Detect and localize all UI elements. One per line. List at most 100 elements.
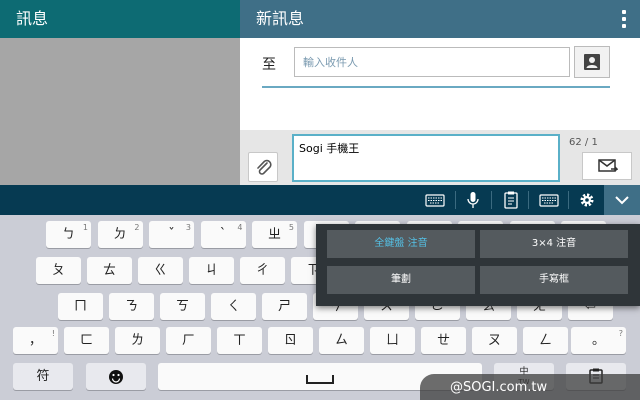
key-label: ˋ — [219, 227, 227, 242]
watermark: @SOGI.com.tw — [420, 374, 640, 400]
key-label: ㄥ — [538, 333, 552, 348]
new-message-pane: 新訊息 至 Sogi 手機王 62 / 1 — [240, 0, 640, 185]
key-hint: ! — [51, 329, 55, 338]
key[interactable]: ㄇ — [58, 293, 103, 320]
attach-button[interactable] — [248, 152, 278, 182]
key-label: ㄆ — [51, 263, 65, 278]
key[interactable]: ㄔ — [240, 257, 285, 284]
key-label: ㄐ — [204, 263, 218, 278]
key[interactable]: ㄥ — [523, 327, 568, 354]
symbols-key[interactable]: 符 — [13, 363, 73, 390]
contact-picker-button[interactable] — [574, 46, 610, 78]
key-label: ㄊ — [102, 263, 116, 278]
key[interactable]: ㄆ — [36, 257, 81, 284]
layout-option-handwriting[interactable]: 手寫框 — [480, 266, 628, 294]
key[interactable]: ㄊ — [87, 257, 132, 284]
keyboard-settings-button[interactable] — [572, 185, 602, 215]
key-label: ㄏ — [181, 333, 195, 348]
new-message-header: 新訊息 — [240, 0, 640, 38]
layout-option-3x4-zhuyin[interactable]: 3×4 注音 — [480, 230, 628, 258]
key-label: ， — [28, 333, 42, 348]
key[interactable]: ㄙ — [319, 327, 364, 354]
key-label: ㄌ — [130, 333, 144, 348]
key-hint: 5 — [288, 223, 294, 232]
emoji-key[interactable] — [86, 363, 146, 390]
key[interactable]: ˇ3 — [149, 221, 194, 248]
layout-option-full-zhuyin[interactable]: 全鍵盤 注音 — [327, 230, 475, 258]
keyboard-icon — [425, 194, 445, 207]
key[interactable]: ㄅ1 — [46, 221, 91, 248]
voice-input-button[interactable] — [458, 185, 488, 215]
key[interactable]: ˋ4 — [200, 221, 246, 248]
key[interactable]: ㄐ — [189, 257, 234, 284]
key-label: ㄕ — [277, 299, 291, 314]
key[interactable]: ㄕ — [262, 293, 307, 320]
microphone-icon — [467, 192, 479, 208]
key-label: ㄓ — [267, 227, 281, 242]
toolbar-separator — [455, 191, 456, 209]
recipient-input[interactable] — [294, 47, 570, 77]
key-label: ㄈ — [79, 333, 93, 348]
keyboard-icon — [539, 194, 559, 207]
message-input[interactable]: Sogi 手機王 — [292, 134, 560, 182]
key-label: ㄩ — [385, 333, 399, 348]
key-label: ㄖ — [283, 333, 297, 348]
key[interactable]: ㄈ — [64, 327, 109, 354]
key-hint: 3 — [185, 223, 191, 232]
key-hint: ? — [618, 329, 623, 338]
keyboard-type-button[interactable] — [534, 185, 564, 215]
key-hint: 2 — [134, 223, 140, 232]
send-message-icon — [598, 159, 618, 172]
key-label: ㄇ — [73, 299, 87, 314]
messages-header: 訊息 — [0, 0, 240, 38]
key[interactable]: ㄌ — [115, 327, 160, 354]
key[interactable]: ㄉ2 — [97, 221, 143, 248]
key-hint: 4 — [237, 223, 243, 232]
key-label: ㄋ — [124, 299, 138, 314]
key[interactable]: ㄋ — [109, 293, 154, 320]
key[interactable]: ，! — [13, 327, 58, 354]
key-label: ㄝ — [436, 333, 450, 348]
keyboard-layout-popup: 全鍵盤 注音 3×4 注音 筆劃 手寫框 — [316, 224, 640, 306]
hide-keyboard-button[interactable] — [604, 185, 640, 215]
chevron-down-icon — [615, 196, 629, 205]
clipboard-button[interactable] — [496, 185, 526, 215]
key-label: ㄑ — [226, 299, 240, 314]
key[interactable]: ㄡ — [472, 327, 517, 354]
keyboard-toolbar — [0, 185, 640, 215]
key-label: ㄙ — [334, 333, 348, 348]
recipient-label: 至 — [262, 57, 276, 73]
key-label: 。 — [591, 333, 605, 348]
space-bar-icon — [306, 375, 334, 384]
paperclip-icon — [257, 159, 272, 175]
compose-bar: Sogi 手機王 62 / 1 — [240, 130, 640, 185]
key[interactable]: ㄑ — [211, 293, 256, 320]
send-button[interactable] — [582, 152, 632, 180]
gear-icon — [580, 193, 594, 207]
character-counter: 62 / 1 — [569, 137, 598, 148]
key[interactable]: ㄝ — [421, 327, 466, 354]
page-title: 新訊息 — [256, 9, 305, 28]
key[interactable]: ㄖ — [268, 327, 313, 354]
key[interactable]: ㄎ — [160, 293, 205, 320]
key[interactable]: ㄒ — [217, 327, 262, 354]
toolbar-separator — [491, 191, 492, 209]
key[interactable]: ㄩ — [370, 327, 415, 354]
toolbar-separator — [568, 191, 569, 209]
key[interactable]: 。? — [571, 327, 626, 354]
key-label: ㄒ — [232, 333, 246, 348]
key-label: ㄉ — [113, 227, 127, 242]
smiley-icon — [109, 370, 123, 384]
clipboard-icon — [504, 191, 518, 209]
key-label: ㄔ — [255, 263, 269, 278]
key-hint: 1 — [82, 223, 88, 232]
key[interactable]: ㄓ5 — [252, 221, 297, 248]
keyboard-layout-button[interactable] — [420, 185, 450, 215]
contact-icon — [584, 54, 600, 70]
key-label: ˇ — [168, 227, 175, 242]
layout-option-stroke[interactable]: 筆劃 — [327, 266, 475, 294]
overflow-menu-icon[interactable] — [622, 10, 626, 28]
key[interactable]: ㄍ — [138, 257, 183, 284]
recipient-divider — [262, 86, 610, 88]
key[interactable]: ㄏ — [166, 327, 211, 354]
